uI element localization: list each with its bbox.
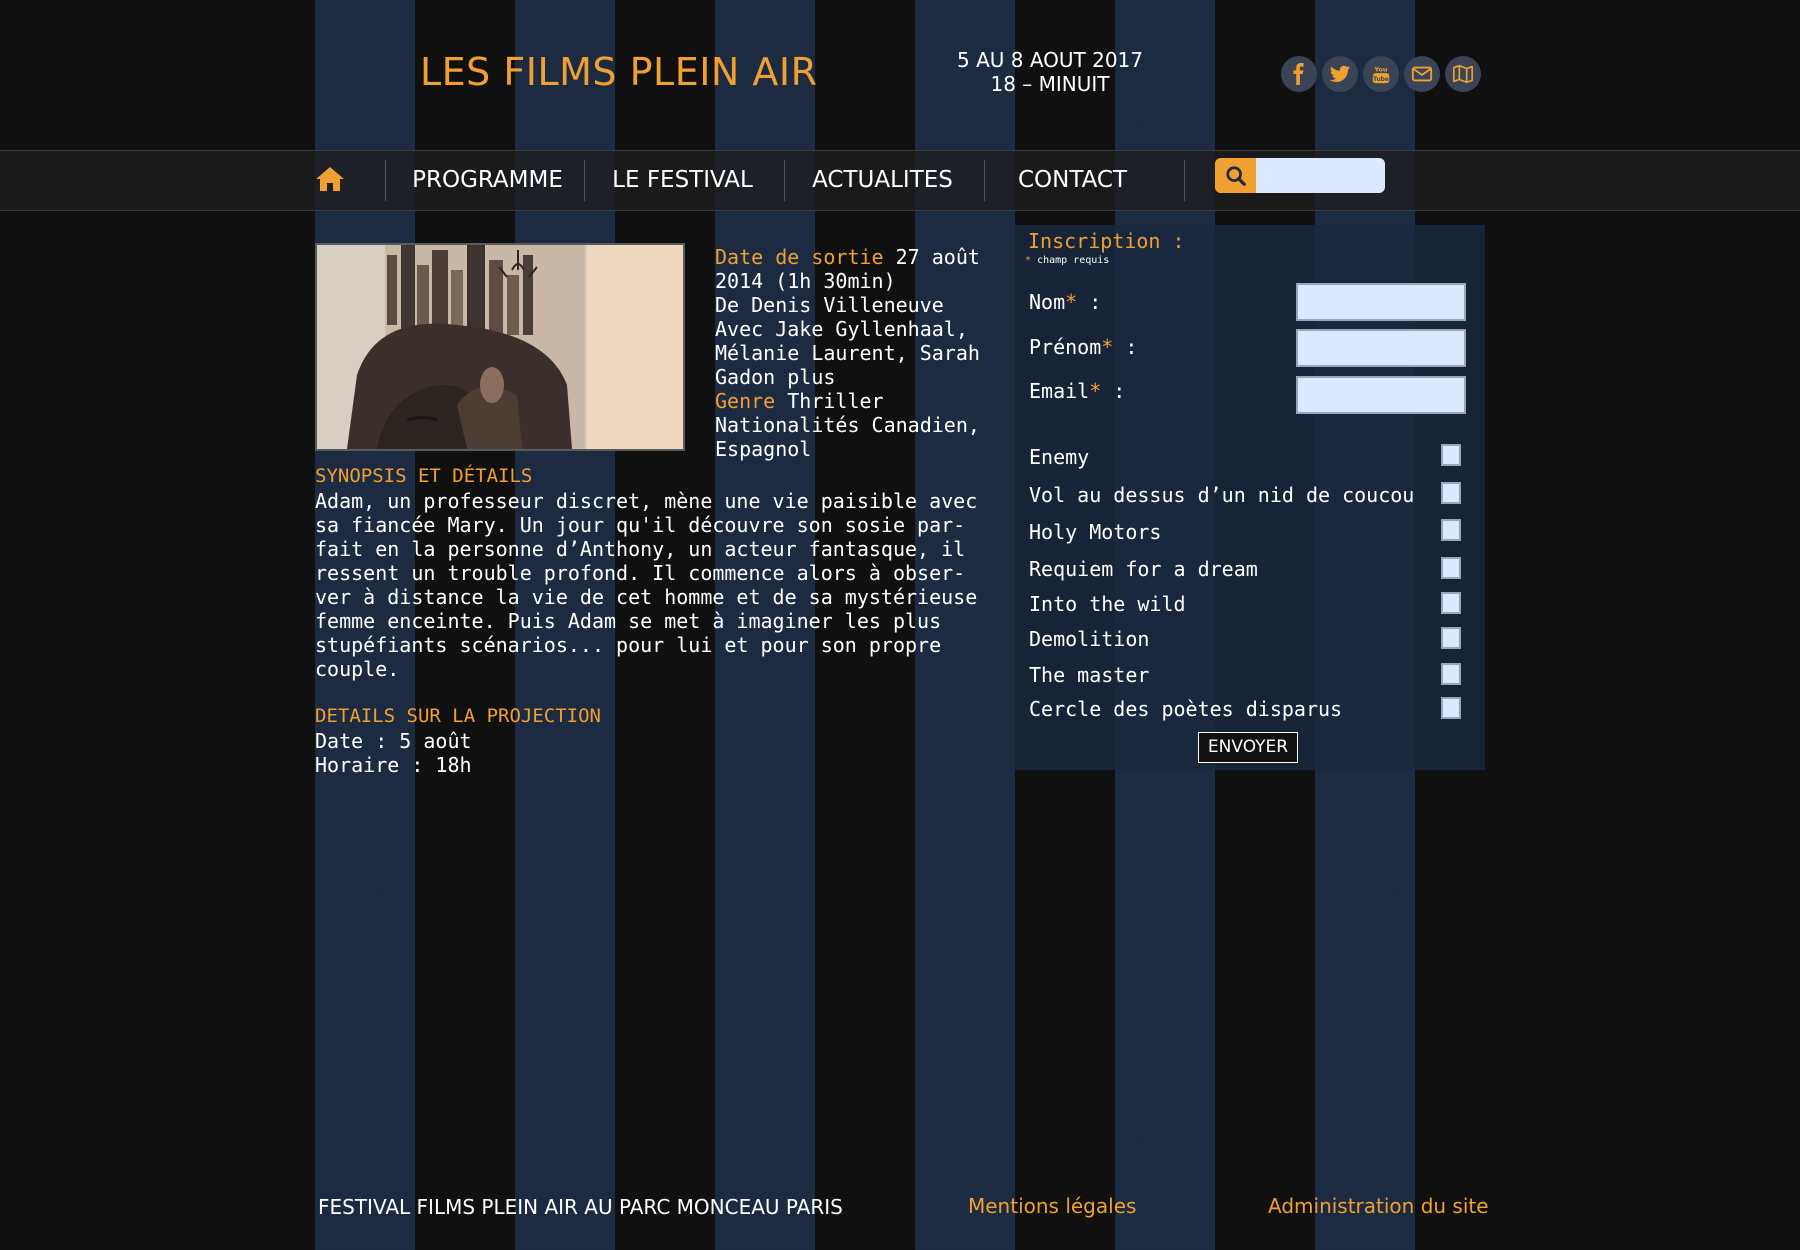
svg-text:Tube: Tube (1373, 76, 1389, 83)
youtube-icon[interactable]: You Tube (1363, 56, 1399, 92)
label-suffix: : (1113, 335, 1138, 359)
film-checkbox-into-the-wild[interactable] (1441, 592, 1461, 614)
mail-icon[interactable] (1404, 56, 1440, 92)
email-label-text: Email (1029, 379, 1090, 403)
film-checkbox-vol-au-dessus[interactable] (1441, 482, 1461, 504)
genre-label: Genre (715, 389, 776, 413)
search-icon[interactable] (1215, 158, 1256, 193)
nom-label-text: Nom (1029, 290, 1066, 314)
film-checkbox-requiem[interactable] (1441, 557, 1461, 579)
home-icon[interactable] (315, 165, 345, 197)
film-checkbox-holy-motors[interactable] (1441, 519, 1461, 541)
film-checkbox-demolition[interactable] (1441, 627, 1461, 649)
required-note-text: champ requis (1037, 255, 1110, 266)
required-mark: * (1025, 255, 1032, 266)
svg-text:You: You (1373, 65, 1387, 73)
nom-label: Nom* : (1029, 290, 1101, 314)
film-option-label: Vol au dessus d’un nid de coucou (1029, 483, 1415, 507)
film-option-label: Cercle des poètes disparus (1029, 697, 1343, 721)
nav-actualites[interactable]: ACTUALITES (800, 165, 965, 195)
nav-separator (385, 160, 386, 201)
film-option-label: Demolition (1029, 627, 1150, 651)
film-poster (315, 243, 685, 451)
projection-date: Date : 5 août (315, 729, 472, 753)
cast: Avec Jake Gyllenhaal, Mélanie Laurent, S… (715, 317, 980, 389)
map-icon[interactable] (1445, 56, 1481, 92)
nav-contact[interactable]: CONTACT (1000, 165, 1145, 195)
nom-field[interactable] (1296, 283, 1466, 321)
festival-dates: 5 AU 8 AOUT 2017 18 – MINUIT (940, 48, 1160, 96)
film-option-label: The master (1029, 663, 1150, 687)
projection-details: Date : 5 août Horaire : 18h (315, 729, 472, 777)
film-option-label: Enemy (1029, 445, 1090, 469)
footer-text: FESTIVAL FILMS PLEIN AIR AU PARC MONCEAU… (318, 1195, 843, 1219)
nav-programme[interactable]: PROGRAMME (405, 165, 570, 195)
film-option-label: Holy Motors (1029, 520, 1162, 544)
twitter-icon[interactable] (1322, 56, 1358, 92)
legal-link[interactable]: Mentions légales (968, 1194, 1136, 1218)
nav-le-festival[interactable]: LE FESTIVAL (600, 165, 765, 195)
required-mark: * (1101, 335, 1114, 359)
prenom-field[interactable] (1296, 329, 1466, 367)
nav-separator (1184, 160, 1185, 201)
nav-separator (784, 160, 785, 201)
nav-separator (984, 160, 985, 201)
projection-title: DETAILS SUR LA PROJECTION (315, 705, 601, 727)
synopsis-line: sa fiancée Mary. Un jour qu'il découvre … (315, 513, 966, 537)
film-checkbox-enemy[interactable] (1441, 444, 1461, 466)
synopsis-line: ressent un trouble profond. Il commence … (315, 561, 966, 585)
genre-value: Thriller (787, 389, 884, 413)
facebook-icon[interactable] (1281, 56, 1317, 92)
email-field[interactable] (1296, 376, 1466, 414)
label-suffix: : (1101, 379, 1126, 403)
required-mark: * (1065, 290, 1078, 314)
film-checkbox-the-master[interactable] (1441, 663, 1461, 685)
film-info: Date de sortie 27 août 2014 (1h 30min) D… (715, 245, 985, 461)
search-input[interactable] (1256, 158, 1380, 193)
release-label: Date de sortie (715, 245, 884, 269)
synopsis-line: Adam, un professeur discret, mène une vi… (315, 489, 978, 513)
send-button[interactable]: ENVOYER (1198, 732, 1298, 763)
required-mark: * (1089, 379, 1102, 403)
search-box (1215, 158, 1385, 193)
synopsis-line: couple. (315, 657, 400, 681)
label-suffix: : (1077, 290, 1102, 314)
synopsis-line: femme enceinte. Puis Adam se met à imagi… (315, 609, 942, 633)
director: De Denis Villeneuve (715, 293, 944, 317)
email-label: Email* : (1029, 379, 1125, 403)
form-title: Inscription : (1028, 229, 1185, 253)
synopsis-line: stupéfiants scénarios... pour lui et pou… (315, 633, 942, 657)
prenom-label-text: Prénom (1029, 335, 1102, 359)
prenom-label: Prénom* : (1029, 335, 1137, 359)
synopsis-text: Adam, un professeur discret, mène une vi… (315, 489, 995, 681)
admin-link[interactable]: Administration du site (1268, 1194, 1489, 1218)
projection-time: Horaire : 18h (315, 753, 472, 777)
nationalities: Nationalités Canadien, Espagnol (715, 413, 980, 461)
film-option-label: Requiem for a dream (1029, 557, 1258, 581)
film-checkbox-cercle-des-poetes[interactable] (1441, 697, 1461, 719)
nav-separator (584, 160, 585, 201)
required-note: * champ requis (1025, 255, 1109, 266)
social-links: You Tube (1281, 56, 1481, 92)
synopsis-line: fait en la personne d’Anthony, un acteur… (315, 537, 966, 561)
synopsis-line: ver à distance la vie de cet homme et de… (315, 585, 978, 609)
synopsis-title: SYNOPSIS ET DÉTAILS (315, 465, 533, 487)
festival-hours: 18 – MINUIT (990, 72, 1110, 96)
festival-dates-line1: 5 AU 8 AOUT 2017 (956, 48, 1144, 72)
film-option-label: Into the wild (1029, 592, 1186, 616)
site-title[interactable]: LES FILMS PLEIN AIR (420, 50, 818, 94)
